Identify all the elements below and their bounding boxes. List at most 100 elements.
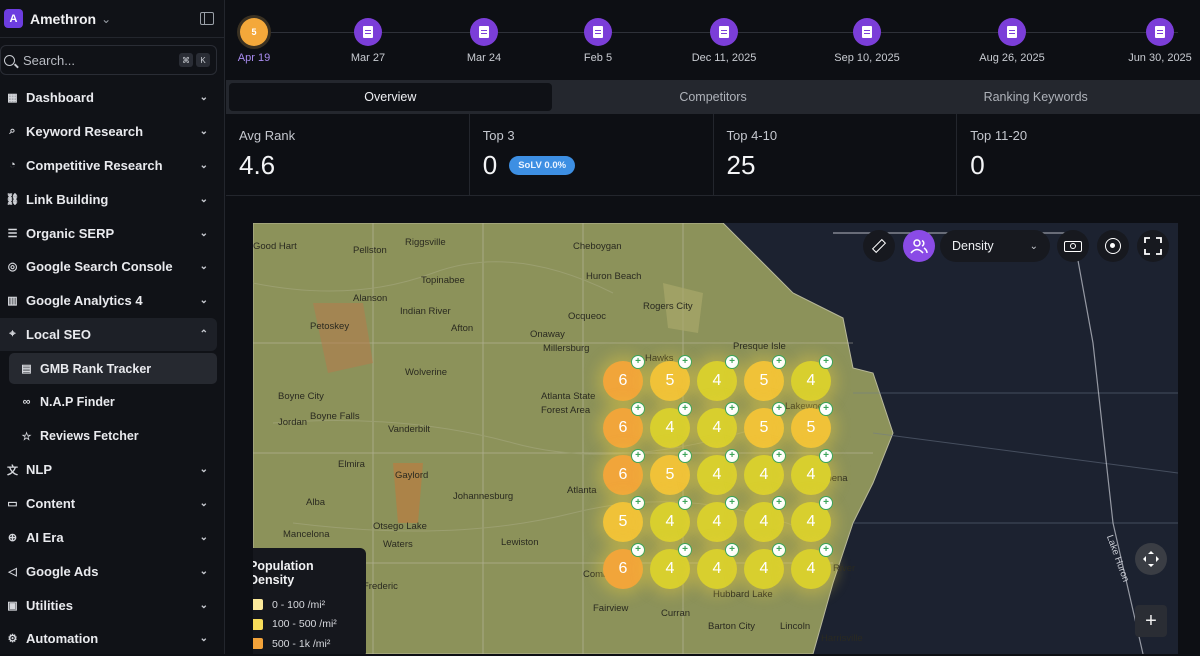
rank-pin[interactable]: 4 + (791, 496, 833, 542)
sidebar-item-competitive-research[interactable]: ◔ Competitive Research ⌄ (0, 149, 224, 183)
timeline-date-label[interactable]: Mar 27 (351, 52, 385, 64)
timeline-date-label[interactable]: Dec 11, 2025 (692, 52, 757, 64)
workspace-name[interactable]: Amethron (30, 11, 96, 27)
density-select[interactable]: Density ⌄ (940, 230, 1050, 262)
add-pin-icon[interactable]: + (631, 543, 645, 557)
timeline-date-label[interactable]: Apr 19 (238, 52, 270, 64)
competitors-toggle-button[interactable] (903, 230, 935, 262)
sidebar-item-nlp[interactable]: 文 NLP ⌄ (0, 453, 224, 487)
add-pin-icon[interactable]: + (631, 449, 645, 463)
rank-pin[interactable]: 5 + (744, 355, 786, 401)
locate-button[interactable] (1097, 230, 1129, 262)
add-pin-icon[interactable]: + (725, 402, 739, 416)
sidebar-item-google-ads[interactable]: ◁ Google Ads ⌄ (0, 554, 224, 588)
add-pin-icon[interactable]: + (678, 496, 692, 510)
rank-pin[interactable]: 4 + (791, 449, 833, 495)
zoom-in-button[interactable]: + (1135, 605, 1167, 637)
rank-pin[interactable]: 4 + (697, 496, 739, 542)
sidebar-subitem-n-a-p-finder[interactable]: ∞ N.A.P Finder (0, 385, 224, 419)
add-pin-icon[interactable]: + (772, 402, 786, 416)
rank-pin[interactable]: 5 + (650, 449, 692, 495)
rank-pin[interactable]: 4 + (744, 543, 786, 589)
sidebar-subitem-reviews-fetcher[interactable]: ☆ Reviews Fetcher (0, 419, 224, 453)
add-pin-icon[interactable]: + (631, 355, 645, 369)
sidebar-item-dashboard[interactable]: ▦ Dashboard ⌄ (0, 81, 224, 115)
add-pin-icon[interactable]: + (725, 496, 739, 510)
add-pin-icon[interactable]: + (678, 355, 692, 369)
rank-pin[interactable]: 4 + (697, 449, 739, 495)
add-pin-icon[interactable]: + (819, 355, 833, 369)
rank-pin[interactable]: 4 + (650, 496, 692, 542)
add-pin-icon[interactable]: + (678, 402, 692, 416)
timeline-scan-node[interactable] (354, 18, 382, 46)
add-pin-icon[interactable]: + (819, 449, 833, 463)
sidebar-item-content[interactable]: ▭ Content ⌄ (0, 487, 224, 521)
timeline-date-label[interactable]: Aug 26, 2025 (979, 52, 1044, 64)
sidebar-item-link-building[interactable]: ⛓ Link Building ⌄ (0, 182, 224, 216)
add-pin-icon[interactable]: + (819, 496, 833, 510)
timeline-date-label[interactable]: Mar 24 (467, 52, 501, 64)
add-pin-icon[interactable]: + (725, 355, 739, 369)
tab-overview[interactable]: Overview (229, 83, 552, 111)
add-pin-icon[interactable]: + (631, 402, 645, 416)
sidebar-subitem-gmb-rank-tracker[interactable]: ▤ GMB Rank Tracker (9, 353, 217, 385)
rank-pin[interactable]: 5 + (603, 496, 645, 542)
rank-pin[interactable]: 4 + (791, 543, 833, 589)
tab-competitors[interactable]: Competitors (552, 83, 875, 111)
timeline-scan-node[interactable] (998, 18, 1026, 46)
add-pin-icon[interactable]: + (631, 496, 645, 510)
rank-pin[interactable]: 4 + (744, 496, 786, 542)
rank-pin[interactable]: 4 + (650, 402, 692, 448)
camera-button[interactable] (1057, 230, 1089, 262)
timeline-scan-node[interactable] (584, 18, 612, 46)
pan-button[interactable] (1135, 543, 1167, 575)
rank-pin[interactable]: 4 + (650, 543, 692, 589)
rank-map[interactable]: Good Hart Pellston Riggsville Cheboygan Huro… (253, 223, 1178, 654)
sidebar-item-local-seo[interactable]: ⌖ Local SEO ⌃ (0, 317, 217, 352)
add-pin-icon[interactable]: + (678, 543, 692, 557)
rank-pin[interactable]: 6 + (603, 449, 645, 495)
chevron-down-icon[interactable]: ⌄ (101, 12, 111, 26)
sidebar-item-keyword-research[interactable]: ⌕ Keyword Research ⌄ (0, 115, 224, 149)
tab-ranking-keywords[interactable]: Ranking Keywords (874, 83, 1197, 111)
timeline-date-label[interactable]: Feb 5 (584, 52, 612, 64)
add-pin-icon[interactable]: + (725, 543, 739, 557)
ruler-button[interactable] (863, 230, 895, 262)
rank-pin[interactable]: 4 + (744, 449, 786, 495)
rank-pin[interactable]: 5 + (744, 402, 786, 448)
sidebar-item-utilities[interactable]: ▣ Utilities ⌄ (0, 588, 224, 622)
rank-pin[interactable]: 5 + (791, 402, 833, 448)
rank-pin[interactable]: 4 + (697, 355, 739, 401)
add-pin-icon[interactable]: + (819, 543, 833, 557)
sidebar-collapse-icon[interactable] (200, 12, 214, 25)
rank-pin[interactable]: 6 + (603, 402, 645, 448)
add-pin-icon[interactable]: + (772, 543, 786, 557)
add-pin-icon[interactable]: + (772, 355, 786, 369)
timeline-scan-node[interactable] (470, 18, 498, 46)
sidebar-item-automation[interactable]: ⚙ Automation ⌄ (0, 622, 224, 656)
rank-pin[interactable]: 4 + (791, 355, 833, 401)
fullscreen-button[interactable] (1137, 230, 1169, 262)
timeline-date-label[interactable]: Jun 30, 2025 (1128, 52, 1192, 64)
rank-pin[interactable]: 4 + (697, 543, 739, 589)
brand-logo[interactable]: A (4, 9, 23, 28)
add-pin-icon[interactable]: + (772, 496, 786, 510)
timeline-date-label[interactable]: Sep 10, 2025 (834, 52, 899, 64)
rank-pin[interactable]: 4 + (697, 402, 739, 448)
sidebar-item-google-analytics-4[interactable]: ▥ Google Analytics 4 ⌄ (0, 284, 224, 318)
add-pin-icon[interactable]: + (725, 449, 739, 463)
timeline-scan-node[interactable]: 5 (240, 18, 268, 46)
rank-pin[interactable]: 6 + (603, 543, 645, 589)
sidebar-item-organic-serp[interactable]: ☰ Organic SERP ⌄ (0, 216, 224, 250)
rank-pin[interactable]: 6 + (603, 355, 645, 401)
sidebar-item-google-search-console[interactable]: ◎ Google Search Console ⌄ (0, 250, 224, 284)
sidebar-item-ai-era[interactable]: ⊕ AI Era ⌄ (0, 521, 224, 555)
search-input[interactable]: Search... ⌘ K (0, 45, 217, 75)
add-pin-icon[interactable]: + (678, 449, 692, 463)
add-pin-icon[interactable]: + (772, 449, 786, 463)
add-pin-icon[interactable]: + (819, 402, 833, 416)
timeline-scan-node[interactable] (853, 18, 881, 46)
rank-pin[interactable]: 5 + (650, 355, 692, 401)
timeline-scan-node[interactable] (1146, 18, 1174, 46)
timeline-scan-node[interactable] (710, 18, 738, 46)
